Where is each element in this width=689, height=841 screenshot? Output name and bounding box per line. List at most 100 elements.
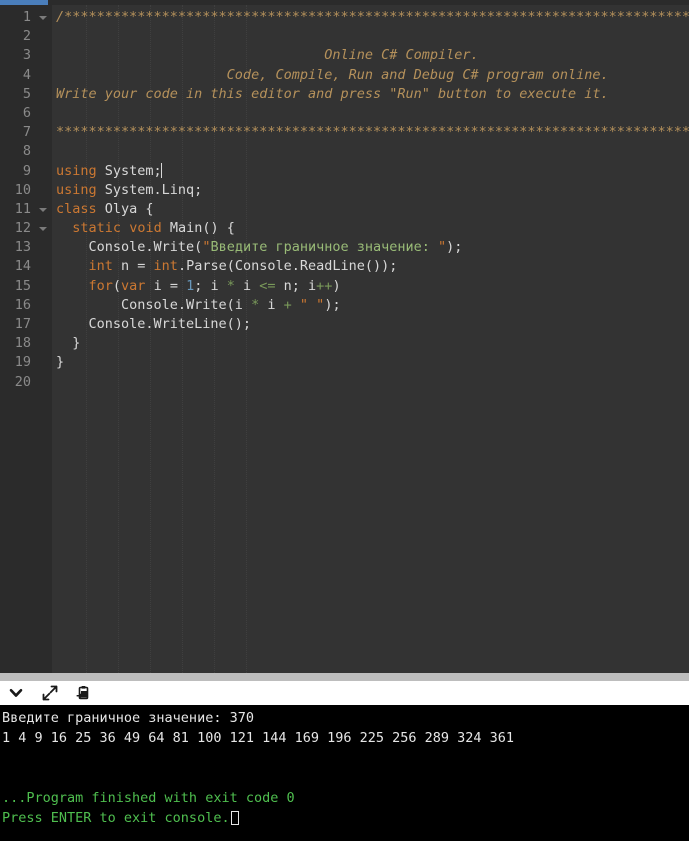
fold-marker-cell[interactable] [37,27,52,46]
fold-marker-cell[interactable] [37,142,52,161]
code-token: } [56,354,65,371]
code-line[interactable]: } [56,334,689,353]
code-line[interactable] [56,104,689,123]
code-token: ) [332,277,341,294]
code-token: Write your code in this editor and press… [56,85,609,102]
code-token: int [153,258,178,275]
chevron-down-icon[interactable] [6,684,26,702]
code-line[interactable]: Write your code in this editor and press… [56,85,689,104]
code-line[interactable]: using System.Linq; [56,181,689,200]
code-line[interactable] [56,373,689,392]
code-token: ( [112,277,122,294]
code-token: i [259,296,284,313]
editor-code-area[interactable]: /***************************************… [52,5,689,673]
chevron-down-icon[interactable] [39,227,47,232]
line-number: 5 [22,85,31,102]
console-line-text: 1 4 9 16 25 36 49 64 81 100 121 144 169 … [2,730,515,746]
line-number: 15 [14,277,31,294]
fold-marker-cell[interactable] [37,66,52,85]
code-line[interactable]: Console.WriteLine(); [56,315,689,334]
code-token: int [88,258,113,275]
fold-marker-cell[interactable] [37,8,52,27]
code-token: " [438,239,447,256]
code-token: Code, Compile, Run and Debug C# program … [56,66,609,83]
editor-fold-gutter[interactable] [37,5,52,673]
expand-arrows-icon[interactable] [40,684,60,702]
code-line[interactable]: /***************************************… [56,8,689,27]
code-token: + [283,296,292,313]
code-token: .Parse(Console.ReadLine()); [177,258,398,275]
fold-marker-cell[interactable] [37,277,52,296]
console-output[interactable]: Введите граничное значение: 370 1 4 9 16 … [0,705,689,841]
code-line[interactable]: Code, Compile, Run and Debug C# program … [56,66,689,85]
code-token: static [72,220,122,237]
code-line[interactable] [56,27,689,46]
line-number: 7 [22,124,31,141]
line-number: 17 [14,316,31,332]
line-number: 8 [22,143,31,160]
code-token: Olya { [96,200,154,217]
code-line[interactable]: ****************************************… [56,123,689,142]
clipboard-paste-icon[interactable] [74,684,94,702]
editor-line-number-gutter: 1 2 3 4 5 6 7 8 9 10 11 12 13 14 15 16 17 18 19 20 [0,5,37,673]
code-token: /***************************************… [56,9,689,25]
fold-marker-cell[interactable] [37,257,52,276]
fold-marker-cell[interactable] [37,315,52,334]
line-number: 11 [14,200,31,217]
code-editor[interactable]: 1 2 3 4 5 6 7 8 9 10 11 12 13 14 15 16 17 18 19 20 /*******… [0,5,689,673]
fold-marker-cell[interactable] [37,353,52,372]
fold-marker-cell[interactable] [37,123,52,142]
line-number: 18 [14,335,31,352]
code-line[interactable]: Console.Write("Введите граничное значени… [56,238,689,257]
code-lines: /***************************************… [56,8,689,392]
code-token: using [56,181,97,198]
code-line[interactable]: Console.Write(i * i + " "); [56,296,689,315]
code-line[interactable]: } [56,353,689,372]
fold-marker-cell[interactable] [37,219,52,238]
fold-marker-cell[interactable] [37,181,52,200]
fold-marker-cell[interactable] [37,104,52,123]
editor-console-splitter[interactable] [0,673,689,681]
fold-marker-cell[interactable] [37,296,52,315]
code-token: var [121,277,146,294]
code-line[interactable]: Online C# Compiler. [56,46,689,65]
line-number: 10 [14,181,31,198]
code-line[interactable]: class Olya { [56,200,689,219]
code-token: using [56,162,97,179]
code-token: Console.Write(i [56,296,252,313]
code-token: * [226,277,235,294]
code-token: <= [259,277,276,294]
fold-marker-cell[interactable] [37,46,52,65]
line-number: 6 [22,104,31,121]
chevron-down-icon[interactable] [39,16,47,20]
code-line[interactable]: static void Main() { [56,219,689,238]
fold-marker-cell[interactable] [37,373,52,392]
fold-marker-cell[interactable] [37,162,52,181]
line-number: 9 [22,162,31,179]
line-number: 14 [14,258,31,275]
console-line-text: Press ENTER to exit console. [2,810,230,826]
fold-marker-cell[interactable] [37,85,52,104]
fold-marker-cell[interactable] [37,334,52,353]
code-line[interactable]: using System; [56,162,689,181]
fold-marker-cell[interactable] [37,200,52,219]
code-token: ); [324,296,341,313]
code-line[interactable] [56,142,689,161]
code-line[interactable]: for(var i = 1; i * i <= n; i++) [56,277,689,296]
line-number: 2 [22,28,31,45]
code-token: System; [104,162,162,179]
chevron-down-icon[interactable] [39,207,47,212]
console-line: 1 4 9 16 25 36 49 64 81 100 121 144 169 … [2,728,689,748]
line-number: 3 [22,47,31,64]
code-line[interactable]: int n = int.Parse(Console.ReadLine()); [56,257,689,276]
code-token: Console.Write( [56,239,203,256]
fold-marker-cell[interactable] [37,238,52,257]
line-number: 4 [22,66,31,83]
text-caret [160,162,162,178]
